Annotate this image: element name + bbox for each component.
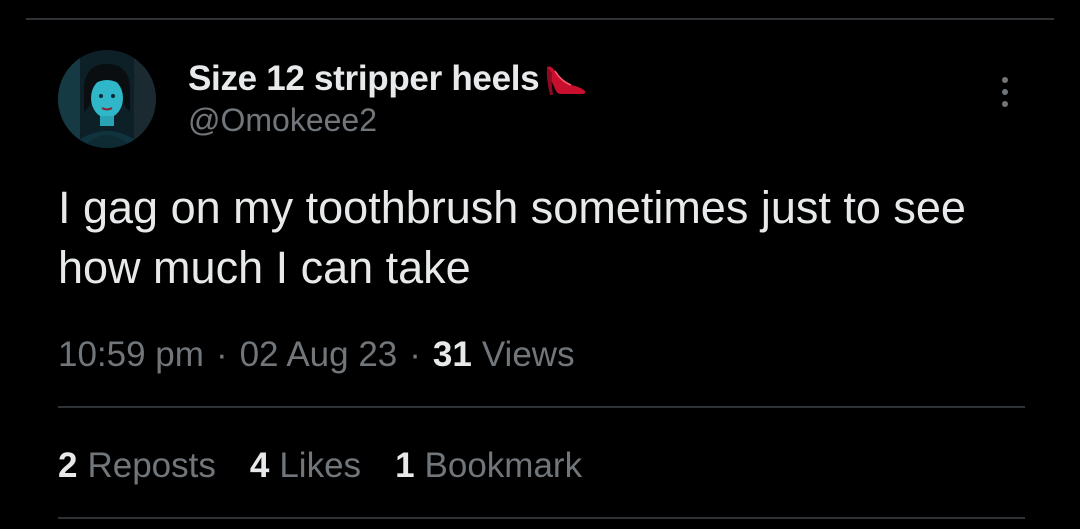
views-label[interactable]: Views <box>482 335 575 375</box>
tweet-time[interactable]: 10:59 pm <box>58 335 204 375</box>
high-heel-icon <box>547 66 586 95</box>
top-divider <box>26 18 1054 20</box>
display-name[interactable]: Size 12 stripper heels <box>188 59 540 99</box>
bookmarks-stat[interactable]: 1 Bookmark <box>395 446 582 486</box>
bookmarks-count: 1 <box>395 446 415 485</box>
avatar[interactable] <box>58 50 156 148</box>
reposts-stat[interactable]: 2 Reposts <box>58 446 216 486</box>
bookmarks-label: Bookmark <box>424 446 583 485</box>
tweet-text: I gag on my toothbrush sometimes just to… <box>58 182 966 293</box>
tweet-date[interactable]: 02 Aug 23 <box>240 335 398 375</box>
bottom-divider <box>58 517 1025 519</box>
likes-count: 4 <box>249 446 270 485</box>
tweet-meta: 10:59 pm · 02 Aug 23 · 31 Views <box>58 330 575 380</box>
more-dot <box>1002 77 1008 83</box>
likes-stat[interactable]: 4 Likes <box>250 446 361 486</box>
tweet-detail: Size 12 stripper heels @Omokeee2 I gag o… <box>0 0 1080 529</box>
meta-separator: · <box>215 335 228 374</box>
engagement-stats: 2 Reposts 4 Likes 1 Bookmark <box>58 440 616 492</box>
avatar-image <box>58 50 156 148</box>
more-dot <box>1002 89 1008 95</box>
middle-divider <box>58 406 1025 408</box>
reposts-count: 2 <box>58 446 78 485</box>
more-dot <box>1002 101 1008 107</box>
user-handle[interactable]: @Omokeee2 <box>188 102 377 139</box>
display-name-row[interactable]: Size 12 stripper heels <box>188 56 589 102</box>
likes-label: Likes <box>279 446 362 485</box>
reposts-label: Reposts <box>87 446 216 485</box>
meta-separator: · <box>409 335 421 374</box>
more-options-icon[interactable] <box>990 72 1020 112</box>
views-count[interactable]: 31 <box>433 335 472 375</box>
